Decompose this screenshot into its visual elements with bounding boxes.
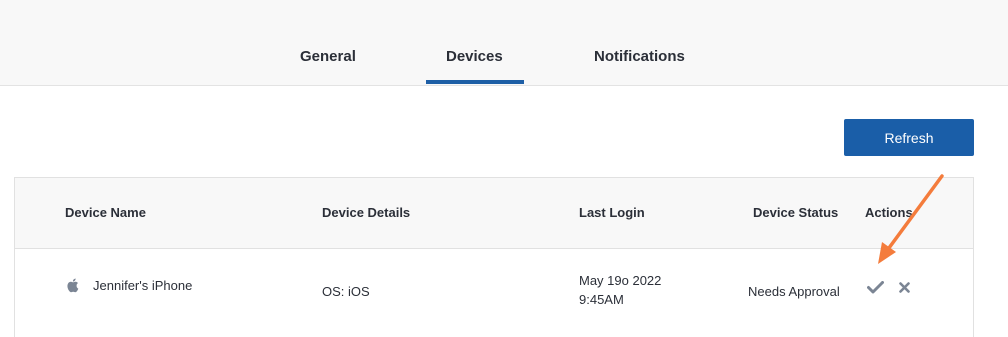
tab-bar: General Devices Notifications bbox=[0, 0, 1008, 86]
refresh-button[interactable]: Refresh bbox=[844, 119, 974, 156]
header-device-name: Device Name bbox=[65, 205, 146, 220]
last-login-time: 9:45AM bbox=[579, 292, 624, 307]
device-details-cell: OS: iOS bbox=[322, 284, 370, 299]
last-login-date: May 19o 2022 bbox=[579, 273, 662, 288]
header-actions: Actions bbox=[865, 205, 913, 220]
header-device-status: Device Status bbox=[753, 205, 839, 220]
tab-notifications[interactable]: Notifications bbox=[594, 48, 685, 65]
active-tab-indicator bbox=[426, 80, 524, 84]
table-header: Device Name Device Details Last Login De… bbox=[15, 178, 973, 249]
device-name-cell: Jennifer's iPhone bbox=[93, 278, 193, 293]
reject-x-icon[interactable] bbox=[899, 282, 910, 293]
header-device-details: Device Details bbox=[322, 205, 411, 220]
approve-check-icon[interactable] bbox=[867, 281, 884, 294]
device-status-cell: Needs Approval bbox=[748, 284, 840, 299]
header-last-login: Last Login bbox=[579, 205, 645, 220]
tab-devices[interactable]: Devices bbox=[446, 48, 503, 65]
apple-icon bbox=[67, 278, 79, 293]
devices-table: Device Name Device Details Last Login De… bbox=[14, 177, 974, 337]
tab-general[interactable]: General bbox=[300, 48, 356, 65]
